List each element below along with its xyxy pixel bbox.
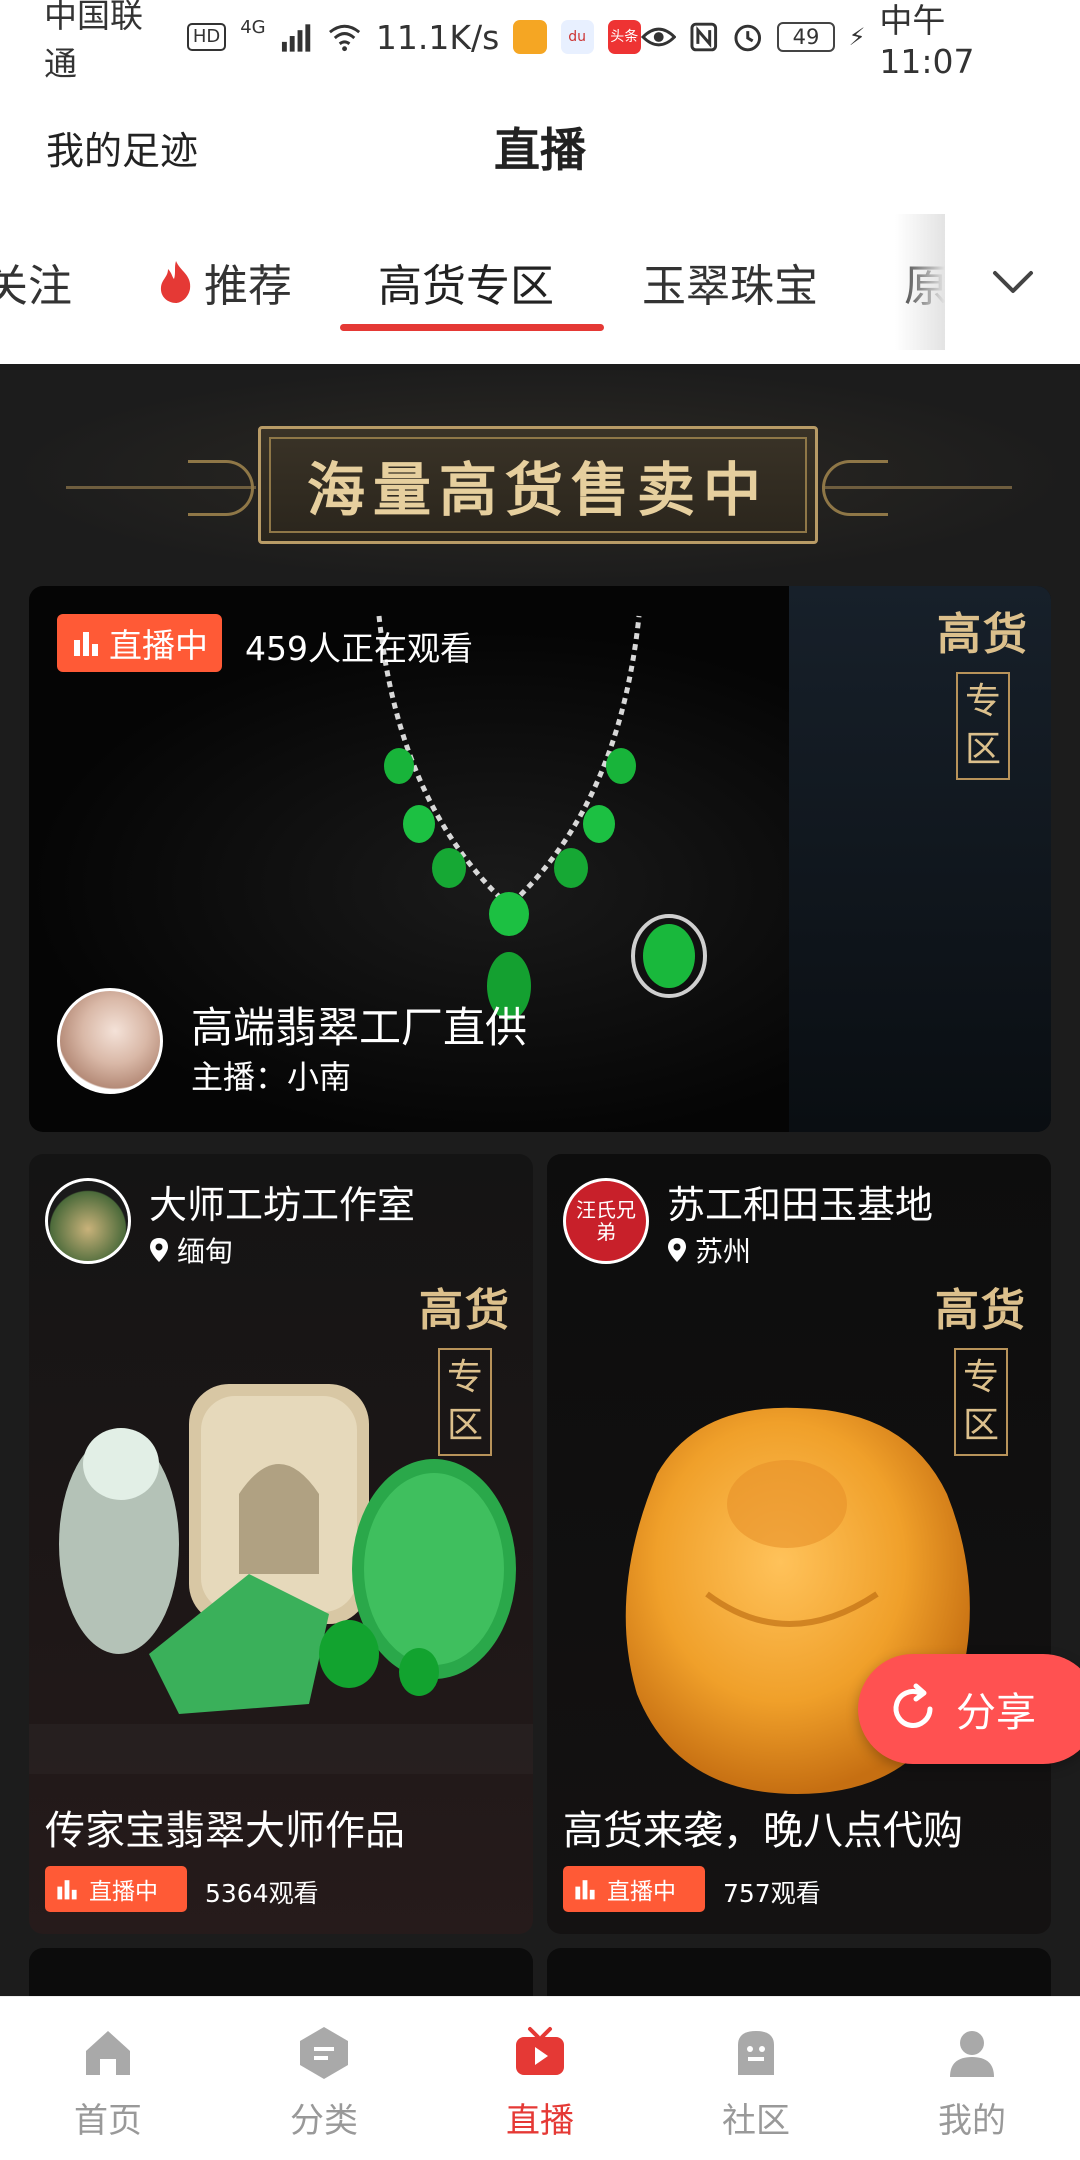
live-room-title: 高货来袭，晚八点代购 — [563, 1808, 963, 1854]
host-avatar[interactable] — [57, 988, 163, 1094]
banner-text: 海量高货售卖中 — [306, 456, 769, 524]
live-bars-icon — [57, 1880, 77, 1900]
live-status-badge: 直播中 — [45, 1866, 187, 1912]
live-card[interactable]: 大师工坊工作室 缅甸 高货 专 区 传家宝翡翠大师作品 直播中 5364观看 — [29, 1154, 533, 1934]
live-room-title: 传家宝翡翠大师作品 — [45, 1808, 405, 1854]
wifi-icon — [328, 24, 360, 52]
bottom-nav: 首页 分类 直播 社区 我的 — [0, 1996, 1080, 2160]
eye-icon — [640, 27, 677, 47]
share-label: 分享 — [956, 1690, 1036, 1736]
network-speed: 11.1K/s — [375, 17, 500, 57]
live-status-label: 直播中 — [109, 626, 208, 665]
banner-curl-right — [822, 460, 888, 516]
nav-live[interactable]: 直播 — [432, 1997, 648, 2160]
status-bar: 中国联通 HD 4G 11.1K/s du 头条 49 ⚡ 中午11:07 — [0, 0, 1080, 83]
shop-name: 苏工和田玉基地 — [667, 1183, 934, 1227]
profile-icon — [950, 2031, 994, 2077]
shop-avatar[interactable]: 汪氏兄弟 — [563, 1178, 649, 1264]
seal-top-text: 高货 — [935, 1285, 1027, 1336]
seal-top-text: 高货 — [937, 609, 1029, 660]
nav-live-label: 直播 — [506, 2101, 574, 2141]
live-status-badge: 直播中 — [563, 1866, 705, 1912]
view-count: 5364观看 — [205, 1879, 319, 1908]
charging-icon: ⚡ — [848, 23, 866, 51]
shop-location: 缅甸 — [149, 1230, 233, 1270]
nav-community[interactable]: 社区 — [648, 1997, 864, 2160]
tab-jade-jewelry[interactable]: 玉翠珠宝 — [642, 250, 818, 314]
shop-location-text: 缅甸 — [177, 1235, 234, 1268]
battery-indicator: 49 — [777, 22, 835, 52]
home-icon — [86, 2031, 130, 2075]
live-card[interactable]: 汪氏兄弟 苏工和田玉基地 苏州 高货 专 区 高货来袭，晚八点代购 直播中 75… — [547, 1154, 1051, 1934]
featured-live-card[interactable]: 直播中 459人正在观看 高货 专 区 高端翡翠工厂直供 主播：小南 — [29, 586, 1051, 1132]
du-app-icon: du — [560, 20, 594, 54]
tab-fade-edge — [895, 214, 945, 350]
nav-profile-label: 我的 — [938, 2101, 1006, 2141]
category-tabs: 关注 推荐 高货专区 玉翠珠宝 原 — [0, 214, 1080, 364]
tab-follow[interactable]: 关注 — [0, 250, 72, 314]
page-title: 直播 — [494, 123, 586, 177]
status-right: 49 ⚡ 中午11:07 — [640, 0, 1038, 81]
live-status-badge: 直播中 — [57, 614, 222, 672]
nav-category[interactable]: 分类 — [216, 1997, 432, 2160]
video-app-icon — [513, 20, 547, 54]
jade-necklace-image — [376, 615, 707, 1020]
nav-category-label: 分类 — [290, 2101, 358, 2141]
shop-avatar[interactable] — [45, 1178, 131, 1264]
nav-profile[interactable]: 我的 — [864, 1997, 1080, 2160]
share-refresh-icon — [893, 1683, 933, 1728]
live-tv-icon — [516, 2027, 564, 2075]
live-card-partial[interactable] — [29, 1948, 533, 1996]
live-bars-icon — [575, 1880, 595, 1900]
seal-top-text: 高货 — [419, 1285, 511, 1336]
alarm-icon — [734, 24, 761, 52]
community-icon — [738, 2031, 774, 2075]
flame-icon — [160, 261, 191, 303]
host-name: 主播：小南 — [191, 1058, 352, 1096]
more-tabs-button[interactable] — [945, 214, 1080, 350]
network-type: 4G — [240, 16, 266, 38]
live-status-label: 直播中 — [89, 1879, 158, 1905]
view-count: 757观看 — [723, 1879, 821, 1908]
seal-line-2: 区 — [964, 729, 1001, 770]
nfc-icon — [690, 22, 718, 52]
toutiao-app-icon: 头条 — [607, 20, 641, 54]
nav-home-label: 首页 — [74, 2101, 142, 2141]
live-room-title: 高端翡翠工厂直供 — [191, 1003, 528, 1052]
premium-zone-seal: 高货 专 区 — [933, 598, 1033, 818]
location-pin-icon — [668, 1238, 686, 1262]
jade-collection-image — [29, 1384, 533, 1774]
category-icon — [300, 2027, 348, 2079]
seal-line-1: 专 — [964, 681, 1001, 722]
tab-premium-zone[interactable]: 高货专区 — [378, 250, 554, 314]
chevron-down-icon — [992, 271, 1033, 293]
live-status-label: 直播中 — [607, 1879, 676, 1905]
clock: 中午11:07 — [879, 0, 975, 81]
hd-badge: HD — [186, 23, 227, 51]
signal-icon — [281, 24, 310, 52]
status-left: 中国联通 HD 4G 11.1K/s du 头条 — [44, 0, 641, 85]
share-button[interactable]: 分享 — [858, 1654, 1080, 1764]
shop-name: 大师工坊工作室 — [149, 1183, 416, 1227]
shop-location-text: 苏州 — [695, 1235, 752, 1268]
banner-curl-left — [188, 460, 254, 516]
active-tab-indicator — [340, 324, 604, 331]
live-card-partial[interactable] — [547, 1948, 1051, 1996]
live-bars-icon — [74, 632, 98, 656]
location-pin-icon — [150, 1238, 168, 1262]
carrier-label: 中国联通 — [44, 0, 143, 83]
promo-banner: 海量高货售卖中 — [0, 364, 1080, 584]
viewer-count: 459人正在观看 — [245, 629, 473, 668]
nav-home[interactable]: 首页 — [0, 1997, 216, 2160]
tab-recommend-label: 推荐 — [204, 261, 292, 312]
top-bar: 我的足迹 直播 — [0, 74, 1080, 214]
seal-box: 专 区 — [956, 672, 1010, 780]
banner-frame: 海量高货售卖中 — [258, 426, 818, 544]
shop-location: 苏州 — [667, 1230, 751, 1270]
tab-recommend[interactable]: 推荐 — [154, 250, 292, 314]
nav-community-label: 社区 — [722, 2101, 790, 2141]
